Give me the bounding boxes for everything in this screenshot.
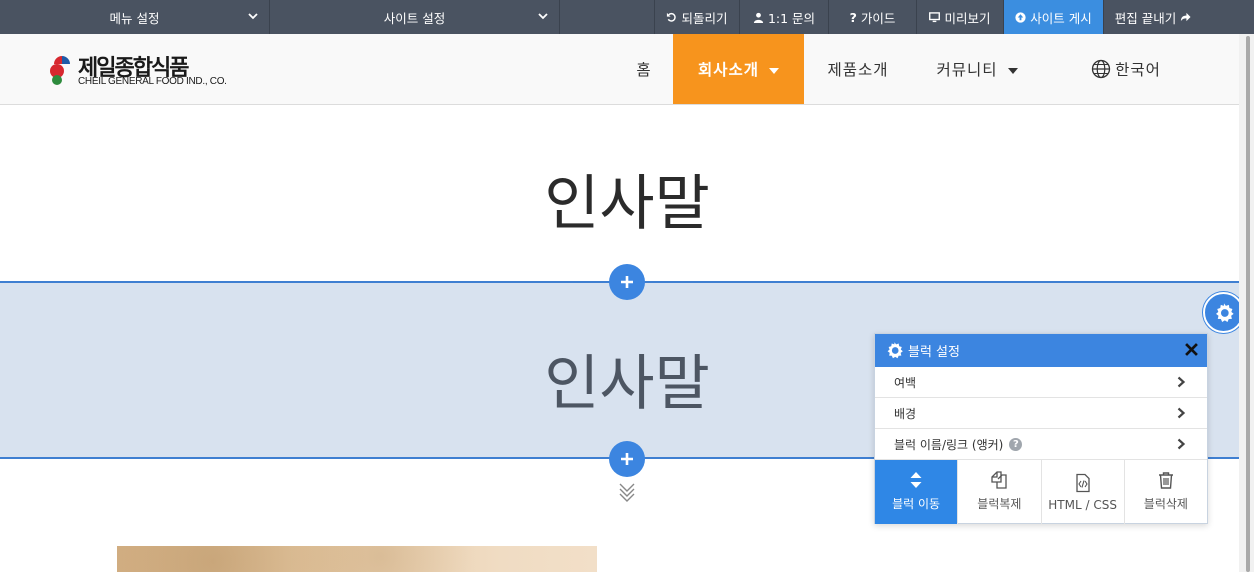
guide-label: 가이드 (860, 10, 896, 26)
inquiry-label: 1:1 문의 (767, 10, 816, 26)
undo-icon (667, 12, 677, 22)
nav-community-label: 커뮤니티 (936, 61, 998, 79)
content-image (117, 546, 597, 572)
nav-item-company[interactable]: 회사소개 (673, 34, 804, 104)
block-settings-toggle-button[interactable] (1203, 292, 1244, 333)
add-block-above-button[interactable] (609, 264, 645, 300)
plus-icon (621, 453, 633, 465)
preview-label: 미리보기 (944, 10, 991, 26)
inquiry-button[interactable]: 1:1 문의 (739, 0, 828, 34)
question-icon: ? (849, 9, 857, 25)
close-icon[interactable] (1182, 340, 1201, 359)
publish-site-label: 사이트 게시 (1030, 10, 1092, 26)
site-settings-dropdown[interactable]: 사이트 설정 (270, 0, 560, 34)
language-selector[interactable]: 한국어 (1078, 34, 1174, 104)
share-arrow-icon (1181, 12, 1191, 21)
margin-label: 여백 (894, 375, 917, 390)
add-block-below-button[interactable] (609, 441, 645, 477)
nav-item-community[interactable]: 커뮤니티 (922, 34, 1032, 104)
monitor-icon (929, 11, 941, 22)
sort-arrows-icon (910, 472, 922, 488)
nav-item-products[interactable]: 제품소개 (812, 34, 904, 104)
admin-toolbar: 메뉴 설정 사이트 설정 되돌리기 1:1 문의 ? 가이드 미리보기 사이트 … (0, 0, 1254, 34)
code-file-icon (1075, 473, 1090, 493)
page-title: 인사말 (544, 169, 710, 239)
delete-block-button[interactable]: 블럭삭제 (1125, 460, 1207, 524)
user-icon (753, 12, 764, 23)
site-settings-label: 사이트 설정 (383, 10, 446, 26)
block-settings-panel: 블럭 설정 여백 배경 블럭 이름/링크 (앵커) ? 블럭 이동 블럭복제 H… (874, 333, 1208, 524)
margin-setting-row[interactable]: 여백 (875, 367, 1207, 398)
logo-mark-icon (50, 56, 70, 85)
site-logo[interactable]: 제일종합식품 CHEIL GENERAL FOOD IND., CO. (48, 52, 248, 88)
copy-icon (991, 471, 1008, 489)
copy-block-button[interactable]: 블럭복제 (958, 460, 1042, 524)
globe-icon (1091, 59, 1111, 79)
block-name-link-label: 블럭 이름/링크 (앵커) (894, 437, 1004, 452)
scrollbar-thumb[interactable] (1246, 36, 1250, 572)
copy-block-label: 블럭복제 (977, 497, 1022, 511)
background-setting-row[interactable]: 배경 (875, 398, 1207, 429)
plus-icon (621, 276, 633, 288)
site-header: 제일종합식품 CHEIL GENERAL FOOD IND., CO. 홈 회사… (0, 34, 1239, 105)
finish-editing-button[interactable]: 편집 끝내기 (1103, 0, 1202, 34)
caret-down-icon (769, 67, 780, 74)
logo-english-text: CHEIL GENERAL FOOD IND., CO. (78, 76, 227, 87)
menu-settings-label: 메뉴 설정 (109, 10, 160, 26)
nav-home-label: 홈 (636, 61, 652, 79)
nav-company-label: 회사소개 (697, 61, 760, 79)
double-chevron-down-icon[interactable] (616, 481, 638, 503)
chevron-down-icon (538, 13, 548, 20)
html-css-label: HTML / CSS (1048, 498, 1117, 512)
gear-icon (887, 342, 903, 359)
language-label: 한국어 (1115, 61, 1161, 79)
background-label: 배경 (894, 406, 917, 421)
chevron-right-icon (1177, 407, 1186, 419)
chevron-right-icon (1177, 438, 1186, 450)
chevron-down-icon (248, 13, 258, 20)
caret-down-icon (1007, 67, 1018, 74)
upload-circle-icon (1015, 11, 1026, 23)
block-actions: 블럭 이동 블럭복제 HTML / CSS 블럭삭제 (875, 460, 1207, 524)
gear-icon (1215, 302, 1234, 322)
nav-products-label: 제품소개 (827, 61, 889, 79)
publish-site-button[interactable]: 사이트 게시 (1003, 0, 1103, 34)
preview-button[interactable]: 미리보기 (916, 0, 1003, 34)
delete-block-label: 블럭삭제 (1143, 497, 1188, 511)
block-settings-title: 블럭 설정 (908, 345, 960, 360)
trash-icon (1158, 472, 1173, 489)
chevron-right-icon (1177, 376, 1186, 388)
block-settings-header: 블럭 설정 (875, 334, 1207, 367)
move-block-label: 블럭 이동 (892, 497, 941, 511)
guide-button[interactable]: ? 가이드 (828, 0, 916, 34)
menu-settings-dropdown[interactable]: 메뉴 설정 (0, 0, 270, 34)
block-name-link-row[interactable]: 블럭 이름/링크 (앵커) ? (875, 429, 1207, 460)
help-icon[interactable]: ? (1009, 437, 1023, 451)
move-block-button[interactable]: 블럭 이동 (875, 460, 959, 524)
undo-button[interactable]: 되돌리기 (654, 0, 739, 34)
nav-item-home[interactable]: 홈 (624, 34, 664, 104)
finish-editing-label: 편집 끝내기 (1114, 10, 1177, 26)
undo-label: 되돌리기 (681, 10, 728, 26)
html-css-button[interactable]: HTML / CSS (1042, 460, 1125, 524)
